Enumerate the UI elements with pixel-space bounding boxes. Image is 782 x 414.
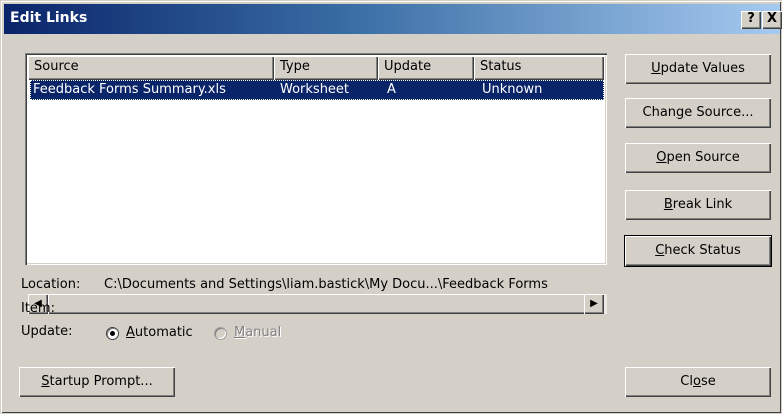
dialog-title: Edit Links: [10, 10, 88, 26]
help-icon: ?: [747, 11, 755, 26]
table-row[interactable]: Feedback Forms Summary.xls Worksheet A U…: [30, 80, 604, 100]
cell-update: A: [387, 82, 396, 97]
cell-source: Feedback Forms Summary.xls: [33, 82, 226, 97]
break-link-button[interactable]: Break Link: [625, 190, 771, 220]
close-button[interactable]: Close: [625, 367, 771, 397]
automatic-radio-label[interactable]: Automatic: [126, 325, 193, 340]
change-source-button[interactable]: Change Source...: [625, 98, 771, 128]
column-header-status[interactable]: Status: [474, 56, 604, 80]
update-values-button[interactable]: Update Values: [625, 54, 771, 84]
open-source-button[interactable]: Open Source: [625, 143, 771, 173]
location-value: C:\Documents and Settings\liam.bastick\M…: [104, 277, 548, 292]
column-header-source[interactable]: Source: [28, 56, 274, 80]
links-list[interactable]: Source Type Update Status Feedback Forms…: [25, 53, 607, 314]
column-header-type[interactable]: Type: [274, 56, 378, 80]
manual-radio: [214, 327, 227, 340]
update-label: Update:: [21, 324, 73, 339]
list-header: Source Type Update Status: [28, 56, 604, 80]
cell-status: Unknown: [482, 82, 543, 97]
scroll-right-button[interactable]: ▶: [584, 294, 604, 314]
close-icon: X: [766, 11, 778, 26]
scroll-thumb[interactable]: [48, 294, 586, 314]
title-bar[interactable]: Edit Links ? X: [4, 4, 782, 34]
column-header-update[interactable]: Update: [378, 56, 474, 80]
startup-prompt-button[interactable]: Startup Prompt...: [19, 367, 175, 397]
item-label: Item:: [21, 301, 55, 316]
edit-links-dialog: Edit Links ? X Source Type Update Status…: [0, 0, 782, 414]
location-label: Location:: [21, 277, 81, 292]
automatic-radio[interactable]: [106, 327, 119, 340]
close-window-button[interactable]: X: [762, 11, 782, 29]
manual-radio-label: Manual: [234, 325, 282, 340]
check-status-button[interactable]: Check Status: [625, 236, 771, 266]
horizontal-scrollbar[interactable]: ◀ ▶: [28, 294, 607, 314]
arrow-right-icon: ▶: [590, 298, 598, 309]
cell-type: Worksheet: [280, 82, 350, 97]
help-button[interactable]: ?: [741, 11, 761, 29]
